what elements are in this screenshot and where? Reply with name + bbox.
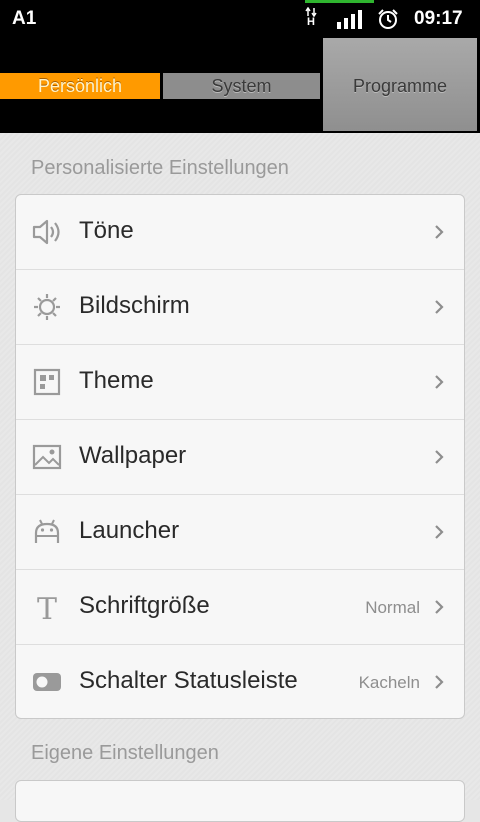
tab-system[interactable]: System (163, 73, 320, 99)
item-value: Normal (365, 598, 420, 617)
list-item-theme[interactable]: Theme (16, 345, 464, 420)
network-type: H (307, 16, 315, 28)
chevron-right-icon (435, 300, 444, 314)
item-label: Schalter Statusleiste (79, 667, 298, 694)
clock: 09:17 (414, 8, 463, 29)
section-title-own: Eigene Einstellungen (31, 742, 219, 764)
chevron-right-icon (435, 225, 444, 239)
item-value: Kacheln (358, 673, 420, 692)
alarm-icon (378, 9, 398, 29)
list-item-bildschirm[interactable]: Bildschirm (16, 270, 464, 345)
item-label: Theme (79, 367, 154, 394)
download-progress-line (305, 0, 374, 3)
list-item-schriftgroesse[interactable]: T Schriftgröße Normal (16, 570, 464, 645)
signal-icon (337, 10, 362, 29)
item-label: Töne (79, 217, 134, 244)
personal-settings-card: Töne Bildschirm Theme Wallpaper Launcher… (15, 194, 465, 719)
list-item-launcher[interactable]: Launcher (16, 495, 464, 570)
list-item-schalter-statusleiste[interactable]: Schalter Statusleiste Kacheln (16, 645, 464, 718)
status-bar: A1 H 09:17 (0, 0, 480, 38)
tab-persoenlich[interactable]: Persönlich (0, 73, 160, 99)
list-item-wallpaper[interactable]: Wallpaper (16, 420, 464, 495)
font-icon: T (37, 592, 57, 622)
item-label: Wallpaper (79, 442, 187, 469)
chevron-right-icon (435, 375, 444, 389)
tab-programme[interactable]: Programme (323, 38, 477, 131)
toggle-icon (33, 673, 61, 691)
section-title-personal: Personalisierte Einstellungen (31, 157, 289, 179)
brightness-icon (34, 294, 60, 320)
android-icon (34, 519, 60, 543)
speaker-icon (32, 219, 60, 245)
image-icon (32, 444, 62, 470)
settings-content: Personalisierte Einstellungen Töne Bilds… (0, 133, 480, 822)
svg-text:T: T (37, 592, 57, 622)
data-arrows-icon: H (304, 7, 318, 31)
chevron-right-icon (435, 675, 444, 689)
theme-icon (33, 368, 61, 396)
chevron-right-icon (435, 525, 444, 539)
item-label: Launcher (79, 517, 180, 544)
item-label: Schriftgröße (79, 592, 210, 619)
list-item-toene[interactable]: Töne (16, 195, 464, 270)
item-label: Bildschirm (79, 292, 190, 319)
chevron-right-icon (435, 450, 444, 464)
chevron-right-icon (435, 600, 444, 614)
carrier-name: A1 (12, 8, 37, 29)
own-settings-card (15, 780, 465, 822)
tab-bar: Persönlich System Programme (0, 38, 480, 133)
